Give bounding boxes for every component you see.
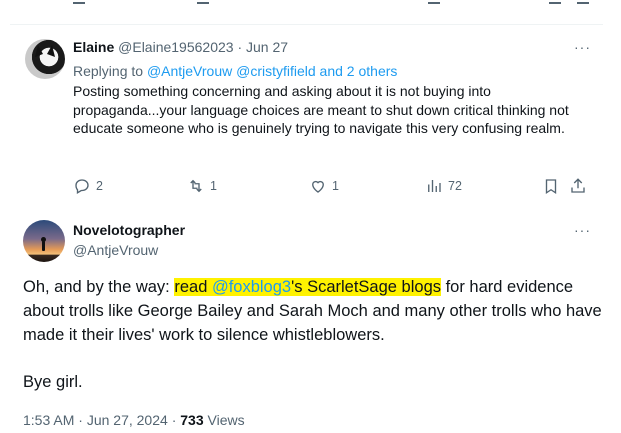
separator: · (171, 412, 177, 428)
repost-icon (190, 179, 202, 193)
silhouette-body (42, 241, 45, 251)
views-icon (428, 180, 441, 192)
separator: · (237, 39, 243, 55)
views-button[interactable]: 72 (425, 177, 462, 195)
author-handle[interactable]: @Elaine19562023 (118, 39, 233, 55)
main-tweet: Novelotographer @AntjeVrouw ··· Oh, and … (0, 205, 621, 433)
share-button[interactable] (569, 177, 587, 195)
tweet-text: Oh, and by the way: read @foxblog3's Sca… (23, 275, 608, 347)
avatar[interactable] (23, 220, 65, 262)
replying-to-label: Replying to (73, 63, 144, 79)
replying-to: Replying to @AntjeVrouw @cristyfifield a… (73, 63, 397, 79)
views-label: Views (207, 412, 245, 428)
more-options-icon[interactable]: ··· (574, 222, 591, 238)
highlighted-text: 's ScarletSage blogs (291, 278, 441, 296)
views-icon[interactable] (428, 0, 440, 4)
bookmark-icon (545, 179, 557, 195)
repost-icon[interactable] (197, 0, 209, 4)
avatar[interactable] (25, 39, 65, 79)
views-count: 733 (180, 412, 204, 428)
more-options-icon[interactable]: ··· (574, 39, 591, 55)
tweet-time[interactable]: 1:53 AM (23, 412, 74, 428)
like-button[interactable]: 1 (309, 177, 339, 195)
highlighted-text: read (174, 278, 212, 296)
mention-link[interactable]: @foxblog3 (211, 278, 292, 296)
tweet-date[interactable]: Jun 27, 2024 (87, 412, 168, 428)
tweet-meta: 1:53 AM · Jun 27, 2024 · 733 Views (23, 412, 245, 428)
share-icon (571, 178, 585, 193)
tweet-header: Elaine @Elaine19562023 · Jun 27 (73, 39, 288, 55)
author-name[interactable]: Elaine (73, 39, 114, 55)
like-icon (312, 180, 324, 193)
tweet-date[interactable]: Jun 27 (246, 39, 288, 55)
reply-tweet[interactable]: Elaine @Elaine19562023 · Jun 27 ··· Repl… (0, 25, 621, 205)
repost-count: 1 (210, 179, 217, 193)
cat-avatar-icon (35, 45, 55, 57)
reply-count: 2 (96, 179, 103, 193)
reply-icon (75, 179, 89, 194)
text-pre: Oh, and by the way: (23, 278, 175, 296)
repost-button[interactable]: 1 (187, 177, 217, 195)
reply-icon[interactable] (73, 0, 85, 4)
replying-to-users[interactable]: @AntjeVrouw @cristyfifield and 2 others (147, 63, 397, 79)
bookmark-button[interactable] (542, 177, 560, 195)
author-name[interactable]: Novelotographer (73, 222, 185, 238)
bookmark-icon[interactable] (549, 0, 561, 4)
views-count: 72 (448, 179, 462, 193)
author-handle[interactable]: @AntjeVrouw (73, 242, 158, 258)
separator: · (78, 412, 83, 428)
share-icon[interactable] (577, 0, 589, 4)
reply-button[interactable]: 2 (73, 177, 103, 195)
like-count: 1 (332, 179, 339, 193)
previous-tweet-actions-fragment (0, 0, 621, 18)
tweet-body: Posting something concerning and asking … (73, 83, 569, 136)
tweet-actions: 2 1 1 72 (73, 177, 603, 197)
closing-text: Bye girl. (23, 373, 83, 391)
